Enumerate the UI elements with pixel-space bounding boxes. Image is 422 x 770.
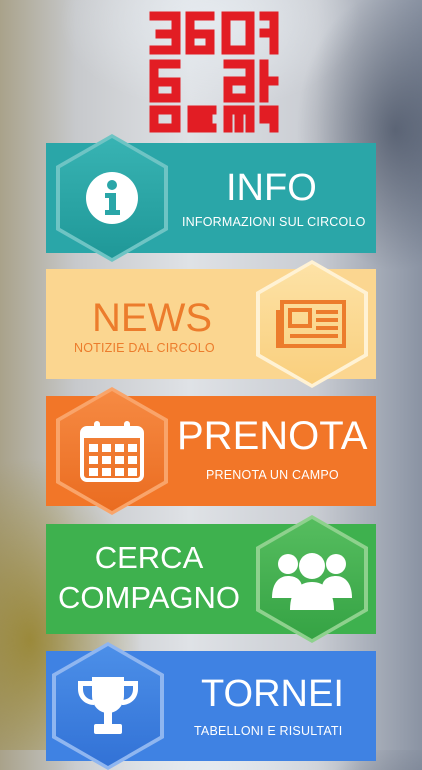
news-subtitle: NOTIZIE DAL CIRCOLO — [74, 341, 215, 355]
prenota-subtitle: PRENOTA UN CAMPO — [206, 468, 339, 482]
info-subtitle: INFORMAZIONI SUL CIRCOLO — [182, 215, 366, 229]
trophy-icon — [78, 677, 138, 734]
news-hexagon — [256, 260, 368, 388]
tornei-subtitle: TABELLONI E RISULTATI — [194, 724, 343, 738]
cerca-hexagon — [256, 515, 368, 643]
info-icon — [86, 172, 138, 224]
newspaper-icon — [276, 300, 346, 348]
menu-item-tornei[interactable]: TORNEI TABELLONI E RISULTATI — [46, 642, 376, 770]
info-title: INFO — [226, 167, 317, 209]
prenota-title: PRENOTA — [177, 414, 368, 458]
group-icon — [272, 553, 352, 610]
info-hexagon — [56, 134, 168, 262]
tornei-hexagon — [52, 642, 164, 770]
cerca-title-line1: CERCA — [94, 540, 204, 575]
app-logo — [140, 6, 280, 134]
cerca-title-line2: COMPAGNO — [58, 580, 240, 615]
calendar-icon — [80, 421, 144, 482]
menu-item-info[interactable]: INFO INFORMAZIONI SUL CIRCOLO — [46, 134, 376, 262]
prenota-hexagon — [56, 387, 168, 515]
menu-item-news[interactable]: NEWS NOTIZIE DAL CIRCOLO — [46, 260, 376, 388]
menu-item-cerca-compagno[interactable]: CERCA COMPAGNO — [46, 515, 376, 643]
tornei-title: TORNEI — [201, 673, 344, 715]
news-title: NEWS — [92, 296, 212, 340]
menu-item-prenota[interactable]: PRENOTA PRENOTA UN CAMPO — [46, 387, 376, 515]
